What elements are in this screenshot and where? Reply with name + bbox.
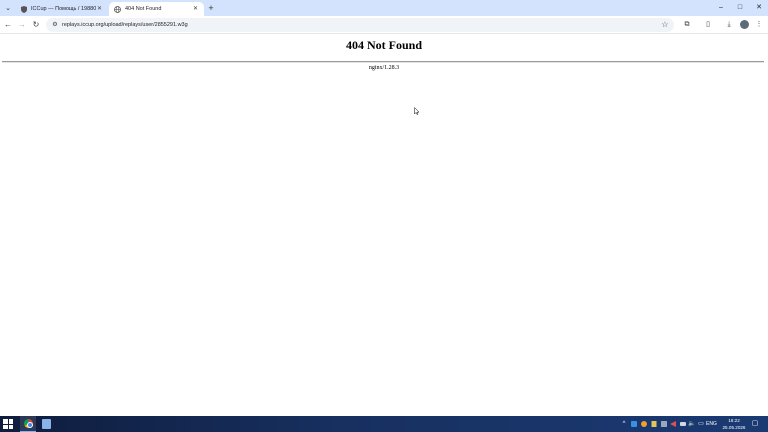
tab-title: 404 Not Found bbox=[125, 6, 162, 12]
tray-app-icon[interactable] bbox=[650, 420, 658, 428]
site-info-icon[interactable]: ⚙ bbox=[50, 20, 60, 30]
network-icon[interactable]: ▭ bbox=[697, 419, 705, 429]
tray-app-icon[interactable] bbox=[679, 420, 687, 428]
divider bbox=[2, 61, 764, 63]
profile-avatar[interactable] bbox=[740, 20, 749, 29]
new-tab-button[interactable]: + bbox=[206, 3, 216, 13]
close-window-button[interactable]: ✕ bbox=[750, 0, 768, 16]
download-icon[interactable]: ⤓ bbox=[723, 19, 735, 31]
chrome-icon bbox=[24, 419, 33, 428]
side-panel-icon[interactable]: ▯ bbox=[702, 19, 714, 31]
tab-title: ICCup — Помощь / 1988082 bbox=[31, 6, 96, 12]
tray-app-icon[interactable] bbox=[660, 420, 668, 428]
windows-start-button[interactable] bbox=[2, 418, 14, 430]
page-title: 404 Not Found bbox=[345, 38, 422, 52]
taskbar-app-button[interactable] bbox=[38, 416, 54, 432]
tab-close-icon[interactable]: ✕ bbox=[96, 6, 103, 13]
reload-button[interactable]: ↻ bbox=[30, 19, 42, 31]
tab-search-icon[interactable]: ⌄ bbox=[2, 2, 14, 14]
tab-404-not-found[interactable]: 404 Not Found ✕ bbox=[109, 2, 204, 16]
browser-toolbar: ← → ↻ ⚙ replays.iccup.org/upload/replays… bbox=[0, 16, 768, 34]
notification-icon[interactable]: ▢ bbox=[750, 419, 760, 429]
address-bar[interactable]: ⚙ replays.iccup.org/upload/replays/user/… bbox=[46, 18, 674, 32]
shield-icon bbox=[20, 5, 27, 13]
speaker-icon[interactable]: 🔈 bbox=[688, 419, 696, 429]
server-signature: nginx/1.28.3 bbox=[368, 65, 400, 71]
clock-date: 25.05.2026 bbox=[722, 425, 746, 430]
clock-time: 16:22 bbox=[728, 418, 740, 423]
back-button[interactable]: ← bbox=[2, 19, 14, 31]
taskbar: ^ 🔈 ▭ ENG 16:22 25.05.2026 ▢ bbox=[0, 416, 768, 432]
language-indicator[interactable]: ENG bbox=[706, 416, 717, 432]
tray-app-icon[interactable] bbox=[669, 420, 677, 428]
forward-button[interactable]: → bbox=[16, 19, 28, 31]
tab-strip: ⌄ ICCup — Помощь / 1988082 ✕ 404 Not Fou… bbox=[0, 0, 768, 16]
tray-app-icon[interactable] bbox=[640, 420, 648, 428]
minimize-button[interactable]: – bbox=[712, 0, 730, 16]
extensions-icon[interactable]: ⧉ bbox=[681, 19, 693, 31]
app-icon bbox=[42, 419, 51, 429]
page-content: 404 Not Found nginx/1.28.3 bbox=[0, 35, 768, 416]
bookmark-star-icon[interactable]: ☆ bbox=[659, 19, 671, 31]
tab-iccup[interactable]: ICCup — Помощь / 1988082 ✕ bbox=[15, 2, 108, 16]
tab-close-icon[interactable]: ✕ bbox=[192, 6, 199, 13]
globe-icon bbox=[114, 5, 121, 13]
tray-chevron-icon[interactable]: ^ bbox=[620, 419, 628, 429]
taskbar-clock[interactable]: 16:22 25.05.2026 bbox=[720, 417, 748, 431]
menu-icon[interactable]: ⋮ bbox=[753, 19, 765, 31]
taskbar-chrome-button[interactable] bbox=[20, 416, 36, 432]
maximize-button[interactable]: □ bbox=[731, 0, 749, 16]
tray-app-icon[interactable] bbox=[630, 420, 638, 428]
mouse-cursor-icon bbox=[414, 107, 420, 115]
url-text[interactable]: replays.iccup.org/upload/replays/user/28… bbox=[62, 18, 188, 32]
